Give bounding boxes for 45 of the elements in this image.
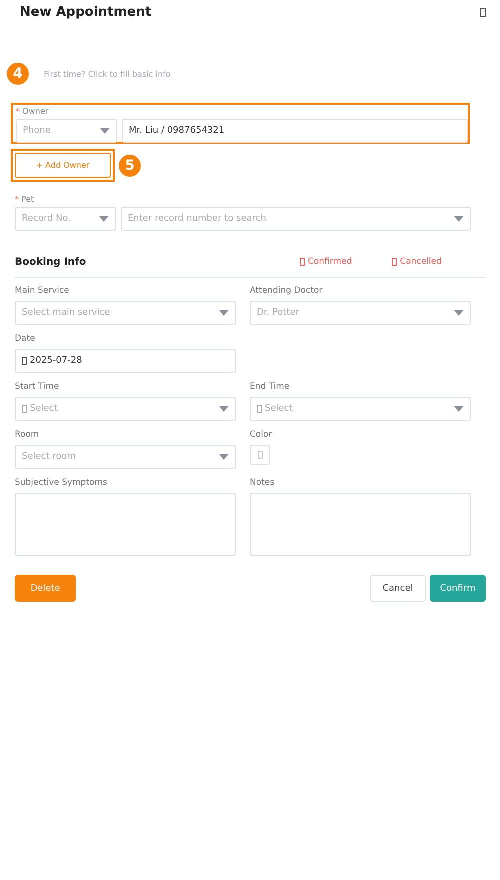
select-field[interactable]: Select main service [15, 301, 236, 325]
field-label: Owner [22, 107, 49, 116]
field-label: Color [250, 430, 274, 440]
caret-icon [219, 406, 229, 412]
text-area[interactable] [15, 493, 236, 556]
field-label: Main Service [15, 286, 70, 296]
delete-button[interactable]: Delete [15, 575, 76, 602]
owner-search-field[interactable]: Mr. Liu / 0987654321 [122, 119, 468, 143]
date-field[interactable]: 2025-07-28 [15, 349, 236, 373]
caret-icon [454, 310, 464, 316]
field-label: Start Time [15, 382, 60, 392]
caret-icon [219, 310, 229, 316]
caret-icon [100, 128, 110, 134]
select-field[interactable]: Select room [15, 445, 236, 469]
field-label: Room [15, 430, 40, 440]
select-field[interactable]: Select [15, 397, 236, 421]
step-marker: 4 [6, 62, 30, 86]
step-marker: 5 [118, 154, 142, 178]
select-field[interactable]: Dr. Potter [250, 301, 471, 325]
section-title: Booking Info [15, 256, 88, 268]
field-label: Date [15, 334, 36, 344]
field-label: Subjective Symptoms [15, 478, 108, 488]
field-label: Attending Doctor [250, 286, 324, 296]
field-label: Notes [250, 478, 276, 488]
add-owner-button[interactable]: + Add Owner [15, 153, 111, 178]
required-mark: * [15, 195, 19, 204]
caret-icon [99, 216, 109, 222]
hint-link[interactable]: First time? Click to fill basic info [44, 70, 171, 78]
pet-search-field[interactable]: Enter record number to search [121, 207, 471, 231]
cancel-button[interactable]: Cancel [370, 575, 426, 602]
caret-icon [454, 406, 464, 412]
legend-label: Cancelled [400, 257, 442, 267]
confirm-button[interactable]: Confirm [430, 575, 486, 602]
required-mark: * [16, 107, 20, 116]
color-picker[interactable] [250, 445, 270, 465]
caret-icon [219, 454, 229, 460]
dialog-title: New Appointment [20, 4, 152, 20]
select-field[interactable]: Select [250, 397, 471, 421]
text-area[interactable] [250, 493, 471, 556]
type-select[interactable]: Record No. [15, 207, 116, 231]
field-label: End Time [250, 382, 291, 392]
field-label: Pet [22, 195, 34, 204]
caret-icon [454, 216, 464, 222]
type-select[interactable]: Phone [16, 119, 117, 143]
legend-label: Confirmed [308, 257, 352, 267]
